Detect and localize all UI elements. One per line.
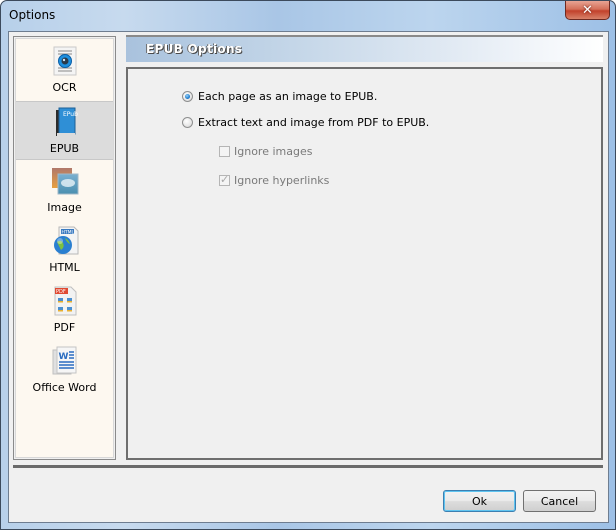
sidebar-item-html[interactable]: HTML HTML: [16, 221, 113, 280]
sidebar-item-label: PDF: [53, 321, 76, 334]
panel-title: EPUB Options: [146, 42, 243, 56]
options-dialog: Options ✕ OCR EPub EPUB Image HTML HTML …: [0, 0, 616, 530]
checkbox-ignore-hyperlinks[interactable]: Ignore hyperlinks: [219, 173, 330, 187]
separator-line: [13, 465, 603, 468]
image-picture-icon: [50, 166, 80, 196]
sidebar-item-image[interactable]: Image: [16, 161, 113, 220]
sidebar-item-label: OCR: [52, 81, 77, 94]
radio-extract-text-and-image[interactable]: Extract text and image from PDF to EPUB.: [182, 116, 429, 129]
sidebar-item-office-word[interactable]: W Office Word: [16, 341, 113, 400]
close-button[interactable]: ✕: [565, 1, 610, 20]
checkbox-label: Ignore hyperlinks: [234, 174, 330, 187]
word-document-icon: W: [50, 346, 80, 376]
sidebar-item-label: Image: [47, 201, 82, 214]
dialog-client-area: OCR EPub EPUB Image HTML HTML PDF PDF W …: [8, 31, 609, 523]
title-bar[interactable]: Options ✕: [1, 1, 615, 31]
radio-label: Each page as an image to EPUB.: [198, 90, 378, 103]
checkbox-label: Ignore images: [234, 145, 313, 158]
checkbox-checked[interactable]: [219, 173, 230, 186]
panel-header: EPUB Options: [126, 35, 603, 62]
sidebar-item-label: EPUB: [49, 142, 80, 155]
close-icon: ✕: [582, 2, 593, 18]
cancel-button[interactable]: Cancel: [523, 490, 596, 512]
svg-text:HTML: HTML: [61, 229, 74, 235]
svg-text:PDF: PDF: [56, 289, 66, 295]
window-title: Options: [9, 8, 56, 22]
ocr-document-icon: [50, 46, 80, 76]
checkbox-ignore-images[interactable]: Ignore images: [219, 145, 312, 158]
radio-button-checked[interactable]: [182, 91, 193, 102]
epub-book-icon: EPub: [50, 107, 80, 137]
sidebar-item-ocr[interactable]: OCR: [16, 41, 113, 100]
svg-text:EPub: EPub: [63, 111, 78, 118]
sidebar-item-epub[interactable]: EPub EPUB: [16, 101, 113, 160]
options-panel: Each page as an image to EPUB. Extract t…: [126, 67, 603, 460]
html-globe-icon: HTML: [50, 226, 80, 256]
svg-text:W: W: [58, 352, 68, 362]
sidebar-item-pdf[interactable]: PDF PDF: [16, 281, 113, 340]
format-sidebar: OCR EPub EPUB Image HTML HTML PDF PDF W …: [13, 36, 116, 460]
radio-label: Extract text and image from PDF to EPUB.: [198, 116, 430, 129]
sidebar-item-label: Office Word: [32, 381, 97, 394]
radio-each-page-as-image[interactable]: Each page as an image to EPUB.: [182, 90, 377, 103]
pdf-document-icon: PDF: [50, 286, 80, 316]
ok-button[interactable]: Ok: [443, 490, 516, 512]
radio-button[interactable]: [182, 117, 193, 128]
sidebar-item-label: HTML: [49, 261, 80, 274]
checkbox[interactable]: [219, 146, 230, 157]
